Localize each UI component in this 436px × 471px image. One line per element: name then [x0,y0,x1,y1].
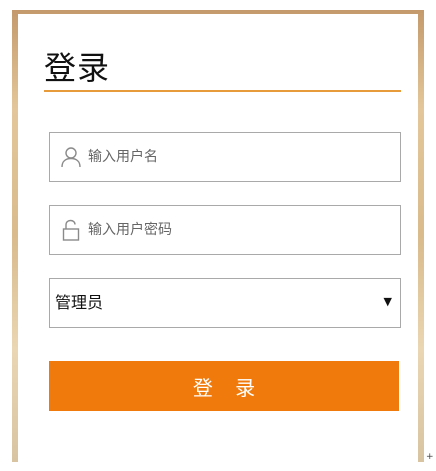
role-select[interactable]: 管理员 ▼ [49,278,401,328]
login-title: 登录 [44,49,111,87]
login-frame: 登录 管理员 ▼ 登 录 [12,10,424,462]
user-icon [60,146,82,168]
chevron-down-icon: ▼ [383,295,392,308]
username-field[interactable] [49,132,401,182]
title-underline [44,90,401,92]
role-select-value: 管理员 [55,293,104,312]
login-panel: 登录 管理员 ▼ 登 录 [18,14,418,462]
login-button[interactable]: 登 录 [49,361,399,411]
password-input[interactable] [88,206,388,254]
unlock-icon [60,219,82,241]
password-field[interactable] [49,205,401,255]
username-input[interactable] [88,133,388,181]
corner-mark: + [426,452,434,462]
